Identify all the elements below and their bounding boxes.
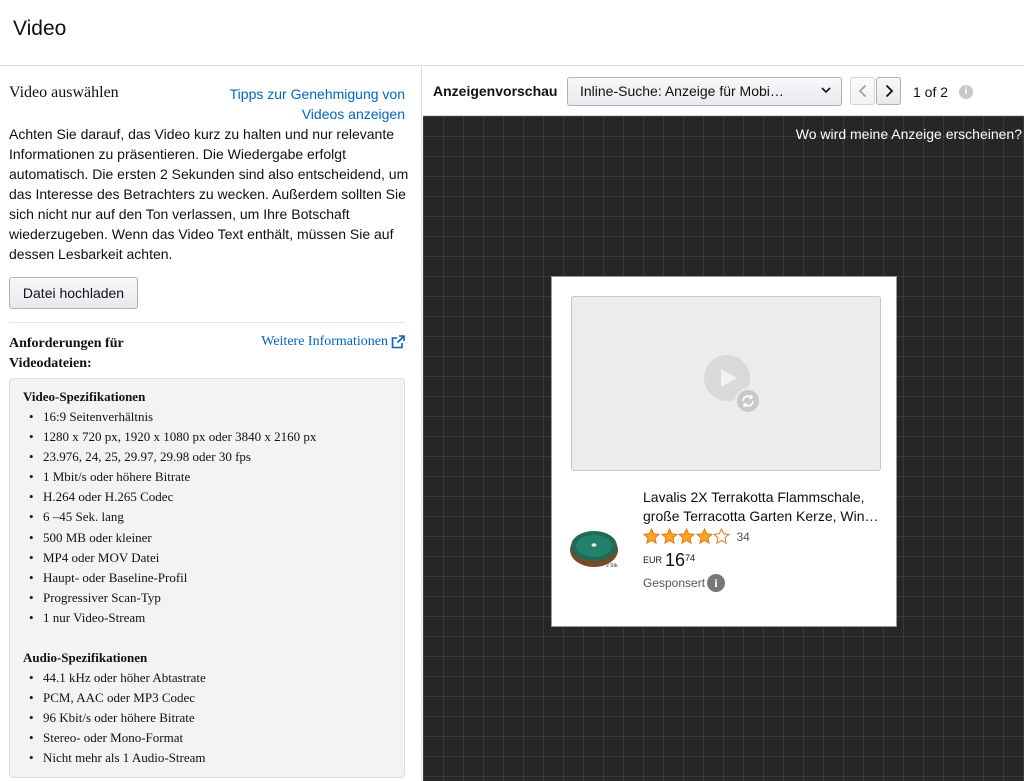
replay-icon [735, 388, 761, 414]
spec-item: H.264 oder H.265 Codec [23, 487, 391, 507]
video-settings-panel: Video auswählen Tipps zur Genehmigung vo… [0, 66, 422, 781]
placement-select[interactable]: Inline-Suche: Anzeige für Mobi… [567, 77, 842, 106]
star-icon [643, 528, 660, 545]
preview-stage: Wo wird meine Anzeige erscheinen? 2 Stk.… [423, 116, 1024, 781]
spec-item: PCM, AAC oder MP3 Codec [23, 688, 391, 708]
spec-item: 23.976, 24, 25, 29.97, 29.98 oder 30 fps [23, 447, 391, 467]
spec-item: 1 Mbit/s oder höhere Bitrate [23, 467, 391, 487]
spec-item: 500 MB oder kleiner [23, 528, 391, 548]
chevron-down-icon [821, 87, 831, 94]
tips-approval-link[interactable]: Tipps zur Genehmigung von Videos anzeige… [205, 84, 405, 124]
chevron-left-icon [858, 84, 866, 98]
ad-preview-panel: Anzeigenvorschau Inline-Suche: Anzeige f… [423, 66, 1024, 781]
star-icon [713, 528, 730, 545]
requirements-title: Anforderungen für Videodateien: [9, 336, 124, 371]
spec-item: Stereo- oder Mono-Format [23, 728, 391, 748]
price-whole: 16 [665, 550, 686, 570]
more-info-link[interactable]: Weitere Informationen [261, 334, 405, 350]
header-bar: Video [0, 0, 1024, 66]
chevron-right-icon [885, 84, 893, 98]
video-placeholder[interactable] [571, 296, 881, 471]
external-link-icon [391, 335, 405, 349]
video-specs-title: Video-Spezifikationen [23, 389, 146, 404]
star-icon [695, 528, 713, 545]
section-title: Video auswählen [9, 84, 119, 101]
placement-select-value: Inline-Suche: Anzeige für Mobi… [580, 83, 784, 99]
preview-label: Anzeigenvorschau [433, 83, 558, 99]
star-icon [660, 528, 678, 545]
video-specs-list: 16:9 Seitenverhältnis1280 x 720 px, 1920… [23, 407, 391, 628]
spec-item: 96 Kbit/s oder höhere Bitrate [23, 708, 391, 728]
ad-card[interactable]: 2 Stk. Lavalis 2X Terrakotta Flammschale… [551, 276, 897, 627]
spec-item: 6 –45 Sek. lang [23, 507, 391, 527]
star-icon [678, 528, 695, 545]
spec-box: Video-Spezifikationen 16:9 Seitenverhält… [9, 378, 405, 778]
review-count: 34 [736, 529, 750, 544]
prev-button[interactable] [850, 77, 875, 105]
info-icon[interactable]: i [707, 574, 726, 592]
star-rating[interactable]: 34 [643, 528, 750, 545]
preview-toolbar: Anzeigenvorschau Inline-Suche: Anzeige f… [423, 66, 1024, 116]
spec-item: 1280 x 720 px, 1920 x 1080 px oder 3840 … [23, 427, 391, 447]
spec-item: MP4 oder MOV Datei [23, 548, 391, 568]
spec-item: Haupt- oder Baseline-Profil [23, 568, 391, 588]
price-currency: EUR [643, 555, 663, 565]
more-info-label: Weitere Informationen [261, 334, 388, 349]
price: EUR 16 74 [643, 550, 695, 570]
audio-specs-title: Audio-Spezifikationen [23, 650, 148, 666]
video-description: Achten Sie darauf, das Video kurz zu hal… [9, 126, 409, 262]
sponsored-label: Gesponsert [643, 576, 706, 590]
product-title[interactable]: Lavalis 2X Terrakotta Flammschale, große… [643, 488, 888, 526]
info-icon[interactable]: i [959, 85, 973, 99]
page-title: Video [13, 17, 67, 40]
spec-item: Progressiver Scan-Typ [23, 588, 391, 608]
spec-item: 1 nur Video-Stream [23, 608, 391, 628]
product-image[interactable]: 2 Stk. [569, 524, 621, 570]
spec-item: 16:9 Seitenverhältnis [23, 407, 391, 427]
pager-text: 1 of 2 [913, 84, 949, 100]
product-image-badge: 2 Stk. [606, 563, 619, 569]
audio-specs-list: 44.1 kHz oder höher AbtastratePCM, AAC o… [23, 668, 391, 769]
next-button[interactable] [876, 77, 901, 105]
spec-item: 44.1 kHz oder höher Abtastrate [23, 668, 391, 688]
sponsored-label-row: Gesponsert i [643, 574, 726, 592]
divider [9, 322, 405, 323]
where-ad-appears-link[interactable]: Wo wird meine Anzeige erscheinen? [796, 126, 1022, 142]
price-fraction: 74 [685, 553, 696, 563]
spec-item: Nicht mehr als 1 Audio-Stream [23, 748, 391, 768]
upload-file-button[interactable]: Datei hochladen [9, 277, 138, 309]
